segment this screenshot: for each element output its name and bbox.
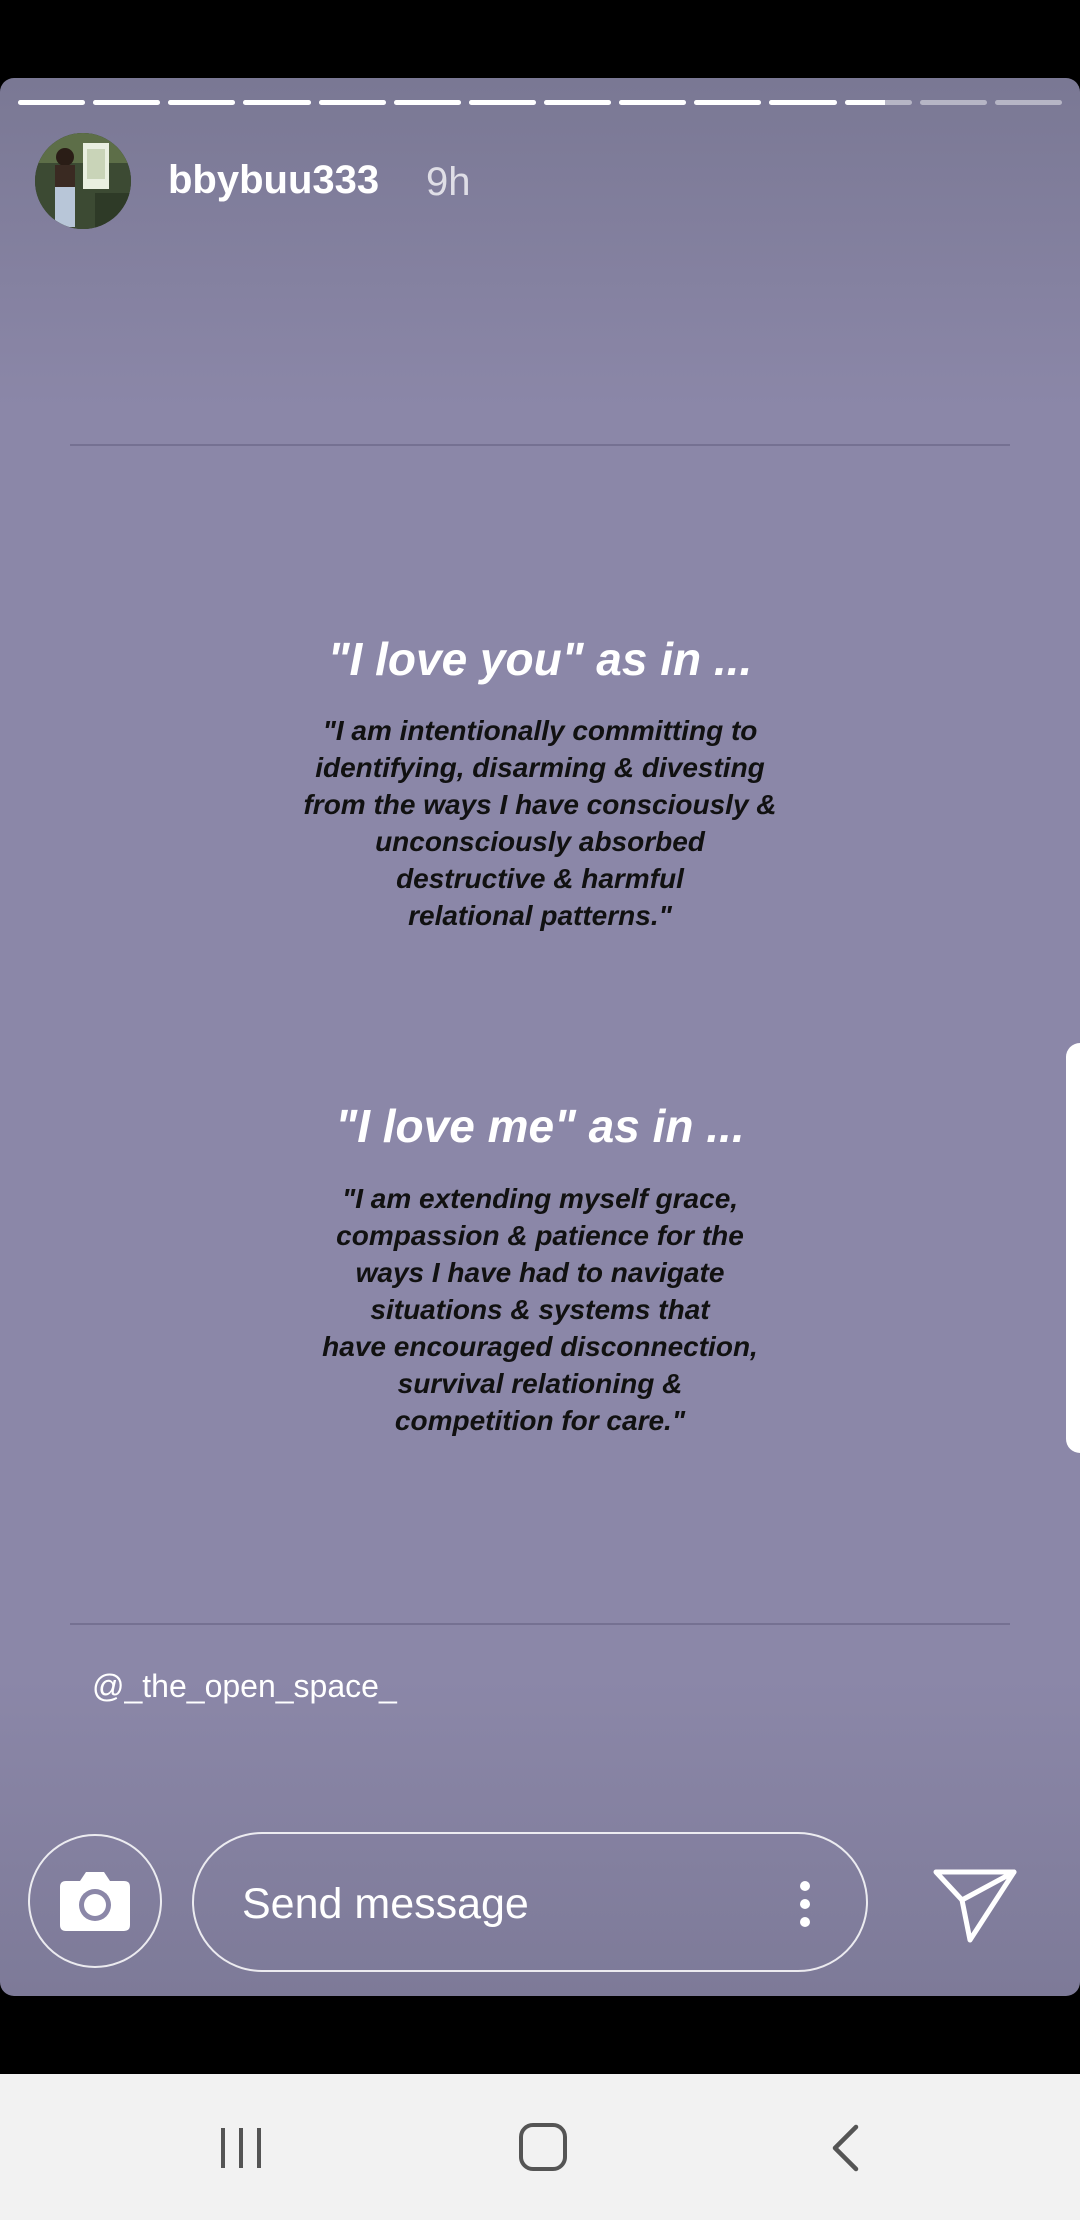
back-icon[interactable] xyxy=(830,2124,860,2172)
progress-segment xyxy=(694,100,762,105)
progress-segment-fill xyxy=(844,100,885,105)
progress-segment xyxy=(318,100,386,105)
quote-line: have encouraged disconnection, xyxy=(322,1331,758,1362)
quote-line: compassion & patience for the xyxy=(336,1220,744,1251)
progress-segment xyxy=(994,100,1062,105)
send-message-field[interactable]: Send message xyxy=(192,1832,868,1972)
progress-segment-fill xyxy=(769,100,837,105)
system-nav-bar xyxy=(0,2074,1080,2220)
edge-panel-handle[interactable] xyxy=(1066,1043,1080,1453)
top-divider xyxy=(70,444,1010,446)
progress-segment-fill xyxy=(468,100,536,105)
progress-segment xyxy=(543,100,612,105)
quote-line: ways I have had to navigate xyxy=(355,1257,725,1288)
quote-line: destructive & harmful xyxy=(396,863,684,894)
camera-button[interactable] xyxy=(28,1834,162,1968)
story-progress-bar xyxy=(18,100,1062,105)
quote-body-love-me: "I am extending myself grace, compassion… xyxy=(0,1180,1080,1439)
camera-icon xyxy=(60,1872,130,1931)
avatar-image xyxy=(35,133,131,229)
progress-segment xyxy=(844,100,912,105)
progress-segment xyxy=(168,100,236,105)
quote-line: "I am extending myself grace, xyxy=(341,1183,739,1214)
quote-heading-love-you: "I love you" as in ... xyxy=(327,633,753,685)
progress-segment xyxy=(619,100,687,105)
mention-sticker[interactable]: @_the_open_space_ xyxy=(92,1668,397,1705)
progress-segment xyxy=(18,100,86,105)
quote-line: relational patterns." xyxy=(408,900,672,931)
quote-line: unconsciously absorbed xyxy=(375,826,705,857)
quote-line: situations & systems that xyxy=(370,1294,710,1325)
quote-line: survival relationing & xyxy=(397,1368,683,1399)
story-username[interactable]: bbybuu333 xyxy=(168,158,379,203)
quote-line: "I am intentionally committing to xyxy=(322,715,758,746)
quote-body-love-you: "I am intentionally committing to identi… xyxy=(0,712,1080,934)
send-message-placeholder: Send message xyxy=(242,1880,529,1928)
progress-segment xyxy=(93,100,161,105)
quote-heading-love-me: "I love me" as in ... xyxy=(335,1100,745,1152)
progress-segment-fill xyxy=(694,100,762,105)
progress-segment xyxy=(243,100,311,105)
progress-segment-fill xyxy=(168,100,236,105)
progress-segment-fill xyxy=(318,100,386,105)
quote-line: competition for care." xyxy=(394,1405,686,1436)
quote-line: identifying, disarming & divesting xyxy=(315,752,765,783)
progress-segment xyxy=(769,100,837,105)
avatar[interactable] xyxy=(35,133,131,229)
more-vertical-icon[interactable] xyxy=(799,1880,811,1928)
progress-segment xyxy=(919,100,987,105)
progress-segment-fill xyxy=(18,100,86,105)
story-time-ago: 9h xyxy=(426,160,471,204)
progress-segment-fill xyxy=(93,100,161,105)
story-viewer[interactable]: bbybuu333 9h "I love you" as in ... "I a… xyxy=(0,78,1080,1996)
progress-segment-fill xyxy=(243,100,311,105)
recents-icon[interactable] xyxy=(218,2126,264,2170)
progress-segment xyxy=(468,100,536,105)
progress-segment xyxy=(393,100,461,105)
progress-segment-fill xyxy=(619,100,687,105)
home-icon[interactable] xyxy=(518,2122,568,2172)
send-icon[interactable] xyxy=(932,1864,1018,1944)
progress-segment-fill xyxy=(393,100,461,105)
quote-line: from the ways I have consciously & xyxy=(303,789,777,820)
bottom-divider xyxy=(70,1623,1010,1625)
progress-segment-fill xyxy=(543,100,612,105)
